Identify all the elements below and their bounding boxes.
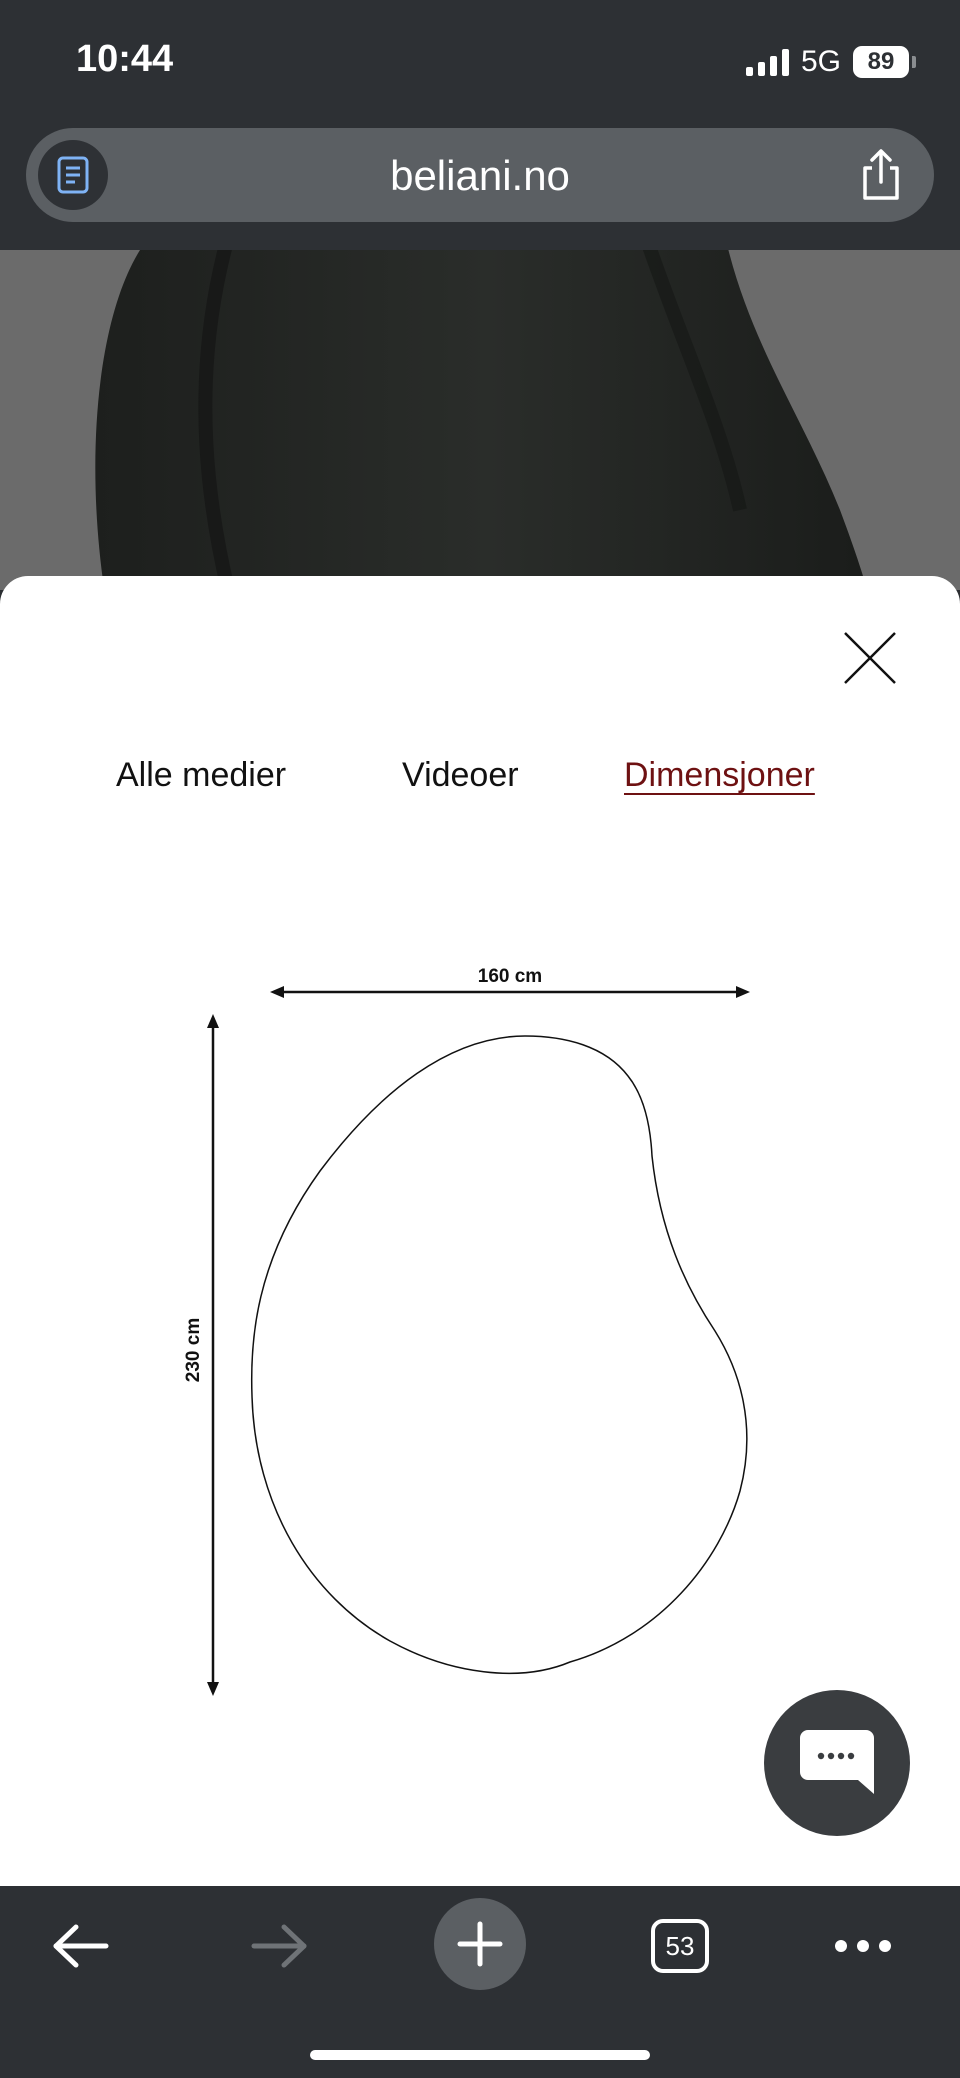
media-modal: Alle medier Videoer Dimensjoner 160 cm 2… <box>0 576 960 1886</box>
media-tabs: Alle medier Videoer Dimensjoner <box>0 756 960 816</box>
url-text[interactable]: beliani.no <box>26 152 934 200</box>
width-arrow <box>270 986 750 998</box>
chat-button[interactable] <box>764 1690 910 1836</box>
new-tab-button[interactable] <box>434 1898 526 1990</box>
tab-switcher-icon: 53 <box>651 1919 709 1973</box>
address-bar[interactable]: beliani.no <box>26 128 934 222</box>
share-icon[interactable] <box>856 148 906 202</box>
status-time: 10:44 <box>76 38 174 80</box>
width-label: 160 cm <box>478 966 542 987</box>
back-button[interactable] <box>40 1886 120 2006</box>
chat-icon <box>800 1730 874 1794</box>
close-button[interactable] <box>842 630 898 686</box>
back-arrow-icon <box>53 1924 109 1968</box>
tab-count: 53 <box>665 1930 695 1961</box>
network-label: 5G <box>800 45 841 78</box>
product-image <box>0 250 960 590</box>
status-indicators: 5G 89 <box>745 42 916 82</box>
browser-address-area: beliani.no <box>0 120 960 250</box>
tab-all-media[interactable]: Alle medier <box>116 756 286 795</box>
rug-outline <box>250 1035 748 1675</box>
tab-videos[interactable]: Videoer <box>402 756 519 795</box>
dimension-diagram: 160 cm 230 cm <box>183 966 750 1696</box>
tab-dimensions[interactable]: Dimensjoner <box>624 756 815 795</box>
status-bar: 10:44 5G 89 <box>0 0 960 120</box>
close-icon <box>844 632 896 684</box>
height-arrow <box>207 1014 219 1696</box>
tab-switcher-button[interactable]: 53 <box>648 1886 712 2006</box>
height-label: 230 cm <box>183 1318 204 1382</box>
plus-icon <box>457 1921 503 1967</box>
browser-toolbar: 53 <box>0 1886 960 2078</box>
battery-icon: 89 <box>853 46 916 78</box>
more-dots-icon <box>835 1940 891 1952</box>
home-indicator <box>310 2050 650 2060</box>
forward-button[interactable] <box>240 1886 320 2006</box>
rug-photo <box>95 250 868 590</box>
battery-level: 89 <box>853 46 909 78</box>
forward-arrow-icon <box>251 1924 307 1968</box>
signal-icon <box>745 48 789 76</box>
more-menu-button[interactable] <box>828 1886 898 2006</box>
